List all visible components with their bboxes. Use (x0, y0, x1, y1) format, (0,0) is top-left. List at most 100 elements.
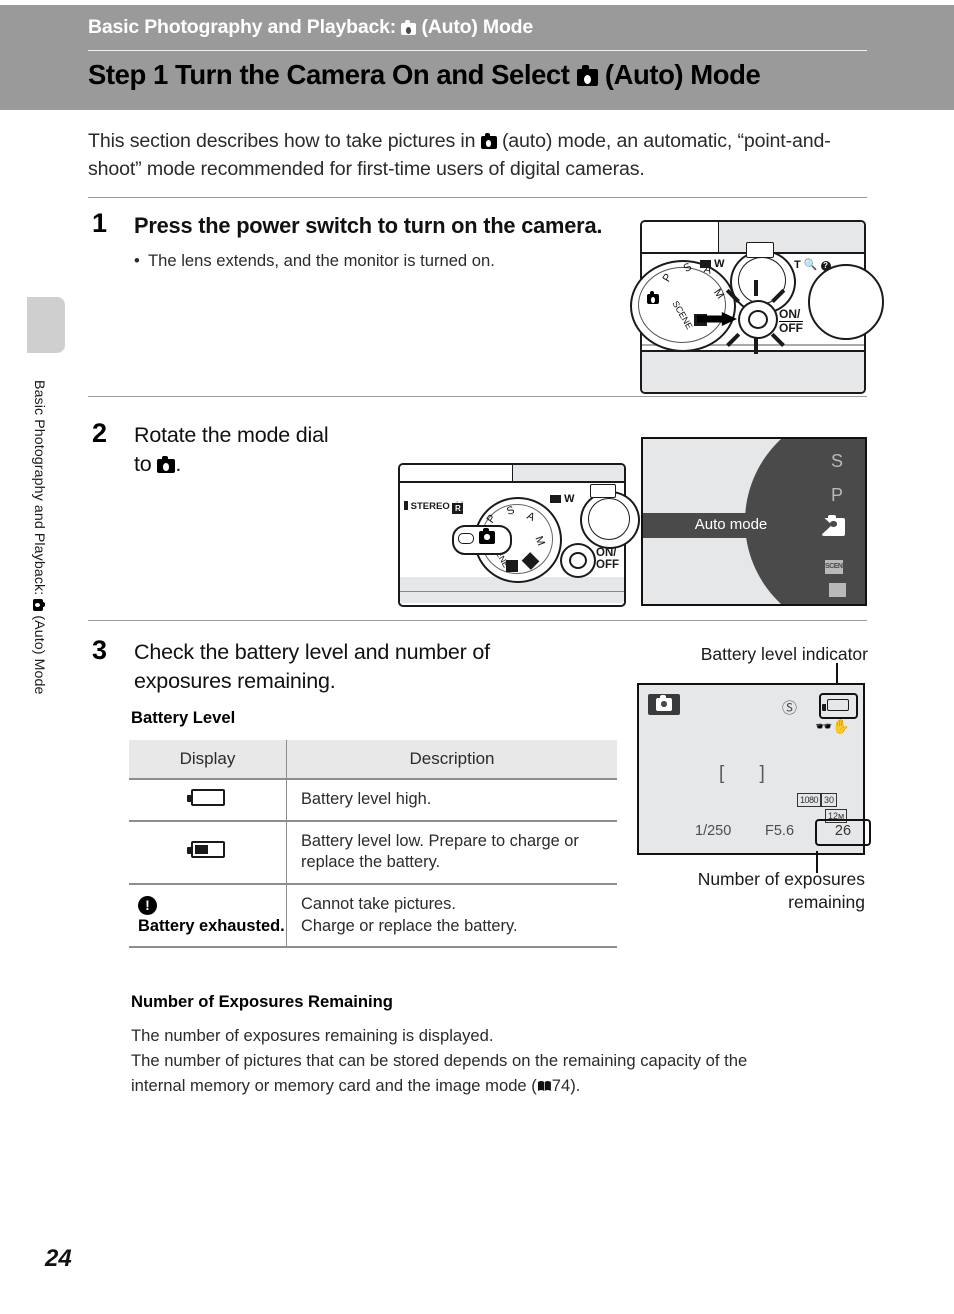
step-3-heading-line1: Check the battery level and number of (134, 640, 490, 664)
camera-auto-icon (647, 291, 659, 304)
exposures-remaining-value: 26 (834, 823, 852, 839)
zoom-wide-text: W (714, 258, 725, 270)
table-header-display: Display (129, 740, 287, 780)
chapter-tab (27, 297, 65, 353)
live-view-monitor: Ⓢ 🕶️✋ [ ] 1080 30 12м 1/250 F5.6 26 (637, 683, 871, 855)
camera-auto-icon (576, 64, 598, 86)
camera-auto-icon (480, 132, 497, 149)
shooting-mode-indicator (648, 694, 680, 715)
battery-full-icon (186, 788, 225, 806)
battery-low-description: Battery level low. Prepare to charge or … (286, 820, 617, 885)
exposures-remaining-indicator: 26 (815, 819, 871, 846)
power-label-off: OFF (779, 320, 803, 335)
battery-exhausted-cell: ! Battery exhausted. (129, 883, 287, 949)
chapter-title-suffix: (Auto) Mode (421, 16, 534, 38)
camera-auto-icon (656, 695, 672, 711)
page-title-prefix: Step 1 Turn the Camera On and Select (88, 59, 570, 90)
power-label-off-2: OFF (596, 559, 619, 572)
exposures-section-text: The number of exposures remaining is dis… (131, 1024, 861, 1099)
flash-off-icon: Ⓢ (782, 700, 798, 717)
battery-exhausted-desc-line2: Charge or replace the battery. (301, 916, 518, 935)
mode-option-effects[interactable] (829, 583, 846, 602)
mic-holes-icon: ◦ ◦ ◦ ◦ (456, 499, 463, 514)
battery-caption-leader (836, 663, 838, 685)
battery-level-subheading: Battery Level (131, 708, 236, 727)
scene-icon: SCENE (825, 560, 847, 574)
step-1-heading: Press the power switch to turn on the ca… (134, 213, 603, 238)
battery-low-cell (129, 820, 287, 885)
battery-full-description: Battery level high. (286, 779, 617, 822)
chapter-title-text: Basic Photography and Playback: (88, 16, 397, 38)
exposures-text-line3-prefix: internal memory or memory card and the i… (131, 1075, 537, 1095)
exposures-text-line2: The number of pictures that can be store… (131, 1050, 748, 1070)
battery-level-indicator (819, 693, 858, 719)
power-switch-label: ON/ OFF (779, 308, 803, 334)
table-row: ! Battery exhausted. Cannot take picture… (129, 883, 617, 949)
bullet-dot-icon: • (134, 251, 140, 270)
step-3-number: 3 (92, 635, 108, 665)
mode-option-p[interactable]: P (831, 485, 843, 506)
battery-low-icon (186, 841, 225, 859)
page-number: 24 (45, 1245, 72, 1272)
book-reference-icon (537, 1080, 552, 1092)
exposures-caption-line1: Number of exposures (697, 869, 865, 889)
battery-full-icon (822, 699, 849, 711)
page-title: Step 1 Turn the Camera On and Select (Au… (88, 61, 888, 89)
exposures-text-line1: The number of exposures remaining is dis… (131, 1026, 494, 1045)
exposures-text-line3-suffix: 74). (551, 1075, 581, 1095)
step-1-bullet: • The lens extends, and the monitor is tu… (134, 250, 624, 272)
table-header-description: Description (286, 740, 617, 780)
step-3-heading-line2: exposures remaining. (134, 669, 336, 694)
battery-indicator-caption: Battery level indicator (700, 644, 868, 664)
step-2-heading: Rotate the mode dial to . (134, 421, 404, 479)
exposures-section-heading: Number of Exposures Remaining (131, 992, 393, 1011)
zoom-wide-text-2: W (564, 493, 575, 505)
movie-resolution-label: 1080 (797, 793, 822, 807)
shutter-speed-value: 1/250 (695, 823, 732, 839)
table-row: Battery level high. (129, 779, 617, 822)
page-title-suffix: (Auto) Mode (604, 59, 761, 90)
intro-part1: This section describes how to take pictu… (88, 130, 476, 152)
section-divider-3 (88, 620, 867, 621)
step-3-heading: Check the battery level and number of ex… (134, 638, 634, 696)
step-2-heading-line2: to . (134, 450, 404, 479)
warning-icon: ! (138, 895, 157, 915)
header-divider (88, 50, 867, 51)
magnify-icon: 🔍 (803, 259, 818, 271)
step-2-number: 2 (92, 418, 108, 448)
battery-exhausted-label: Battery exhausted. (138, 916, 285, 935)
camera-auto-icon (401, 19, 417, 35)
step-1-bullet-text: The lens extends, and the monitor is tur… (148, 251, 495, 270)
focus-area-brackets: [ ] (719, 763, 780, 784)
intro-paragraph: This section describes how to take pictu… (88, 128, 872, 184)
stereo-mic-label: STEREO R (404, 501, 464, 514)
step-2-heading-suffix: . (175, 452, 182, 477)
sidebar-vertical-suffix: (Auto) Mode (31, 615, 47, 695)
movie-quality-indicator: 1080 30 (797, 793, 838, 807)
step-1-number: 1 (92, 208, 108, 238)
exposures-caption-line2: remaining (788, 891, 865, 912)
camera-top-illustration-step2: STEREO R ◦ ◦◦ ◦ P S A M SCENE W ON/ OFF (398, 463, 640, 607)
aperture-value: F5.6 (765, 823, 795, 839)
mode-option-scene[interactable]: SCENE (825, 555, 847, 574)
section-divider-1 (88, 197, 867, 198)
camera-auto-icon (33, 599, 43, 612)
exposures-caption: Number of exposures remaining (620, 868, 865, 914)
vibration-reduction-icon: 🕶️✋ (815, 718, 850, 734)
table-header-row: Display Description (129, 740, 617, 780)
sidebar-vertical-label: Basic Photography and Playback: (Auto) M… (25, 380, 47, 800)
mode-selection-banner: Auto mode (643, 513, 832, 538)
mode-menu-monitor: S P SCENE Auto mode (641, 437, 867, 606)
chapter-title: Basic Photography and Playback: (Auto) M… (88, 16, 878, 38)
special-effects-icon (829, 583, 846, 597)
sidebar-vertical-prefix: Basic Photography and Playback: (31, 380, 47, 596)
banner-arrow-tip-icon (819, 513, 832, 537)
mode-banner-label: Auto mode (694, 516, 768, 533)
mode-option-s[interactable]: S (831, 451, 843, 472)
camera-top-illustration-step1: P S A M SCENE W T 🔍 ? ON/ OFF (630, 220, 884, 394)
battery-level-table: Display Description Battery level high. … (129, 740, 617, 949)
battery-full-cell (129, 779, 287, 822)
step-2-heading-line1: Rotate the mode dial (134, 423, 329, 447)
stereo-text: STEREO (410, 501, 450, 512)
zoom-wide-label: W (700, 258, 724, 270)
